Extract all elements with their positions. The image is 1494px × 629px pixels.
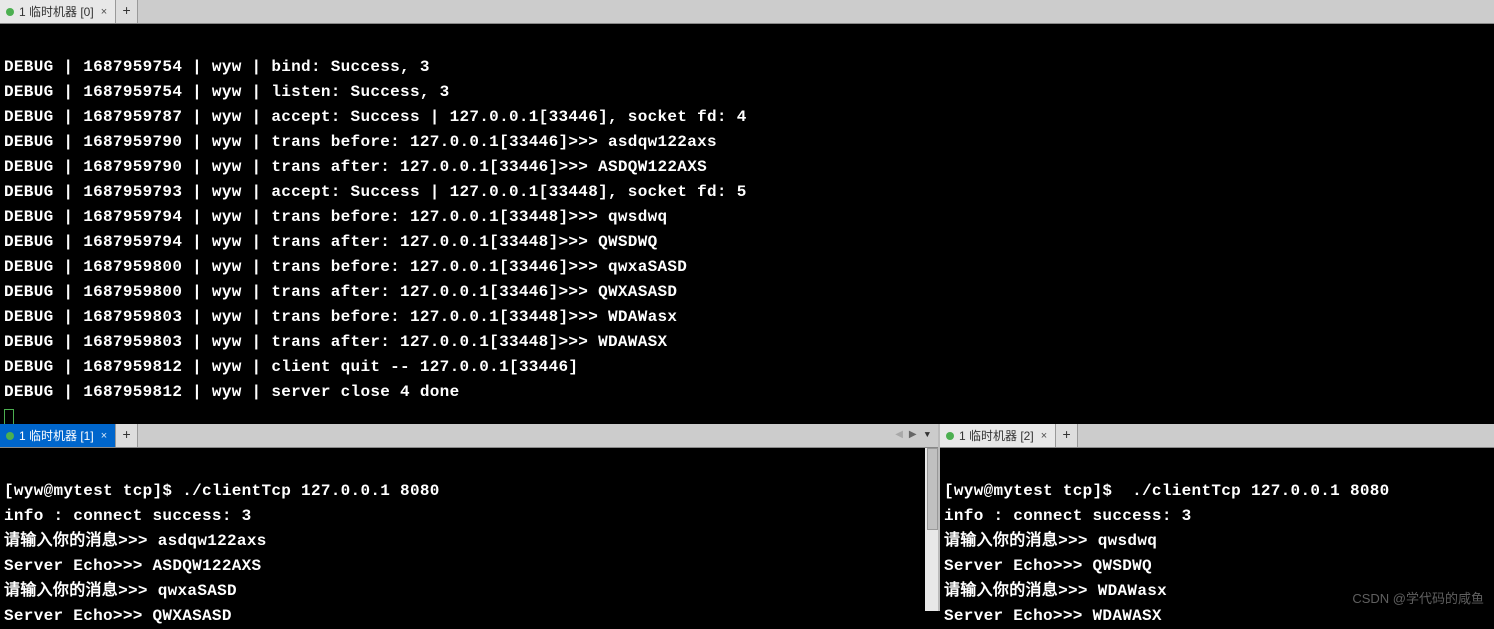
status-dot-icon [946,432,954,440]
close-icon[interactable]: × [1039,430,1049,442]
log-line: DEBUG | 1687959787 | wyw | accept: Succe… [4,108,747,126]
log-line: Server Echo>>> QWSDWQ [944,557,1152,575]
log-line: DEBUG | 1687959754 | wyw | listen: Succe… [4,83,450,101]
log-line: DEBUG | 1687959754 | wyw | bind: Success… [4,58,430,76]
log-line: Server Echo>>> ASDQW122AXS [4,557,261,575]
chevron-down-icon[interactable]: ▼ [921,428,934,442]
plus-icon: + [122,428,130,444]
plus-icon: + [1062,428,1070,444]
close-icon[interactable]: × [99,430,109,442]
log-line: DEBUG | 1687959803 | wyw | trans after: … [4,333,667,351]
tab-label: 1 临时机器 [2] [959,427,1034,444]
log-line: DEBUG | 1687959800 | wyw | trans after: … [4,283,677,301]
log-line: [wyw@mytest tcp]$ ./clientTcp 127.0.0.1 … [4,482,440,500]
log-line: 请输入你的消息>>> asdqw122axs [4,532,267,550]
tab-bar-br: 1 临时机器 [2] × + [940,424,1494,448]
chevron-right-icon[interactable]: ▶ [907,427,919,443]
terminal-pane-top: 1 临时机器 [0] × + DEBUG | 1687959754 | wyw … [0,0,1494,424]
terminal-output-top[interactable]: DEBUG | 1687959754 | wyw | bind: Success… [0,24,1494,430]
tab-machine-2[interactable]: 1 临时机器 [2] × [940,424,1056,447]
tab-machine-0[interactable]: 1 临时机器 [0] × [0,0,116,23]
terminal-output-bl[interactable]: [wyw@mytest tcp]$ ./clientTcp 127.0.0.1 … [0,448,940,629]
chevron-left-icon[interactable]: ◀ [893,427,905,443]
log-line: DEBUG | 1687959800 | wyw | trans before:… [4,258,687,276]
log-line: info : connect success: 3 [4,507,252,525]
close-icon[interactable]: × [99,6,109,18]
tab-label: 1 临时机器 [1] [19,427,94,444]
log-line: DEBUG | 1687959812 | wyw | client quit -… [4,358,578,376]
scrollbar-thumb[interactable] [927,448,938,530]
log-line: DEBUG | 1687959794 | wyw | trans before:… [4,208,667,226]
log-line: DEBUG | 1687959793 | wyw | accept: Succe… [4,183,747,201]
log-line: info : connect success: 3 [944,507,1192,525]
log-line: Server Echo>>> WDAWASX [944,607,1162,625]
tab-bar-top: 1 临时机器 [0] × + [0,0,1494,24]
status-dot-icon [6,432,14,440]
add-tab-button[interactable]: + [116,424,138,447]
add-tab-button[interactable]: + [1056,424,1078,447]
log-line: DEBUG | 1687959812 | wyw | server close … [4,383,459,401]
plus-icon: + [122,4,130,20]
log-line: 请输入你的消息>>> WDAWasx [944,582,1167,600]
log-line: [wyw@mytest tcp]$ ./clientTcp 127.0.0.1 … [944,482,1390,500]
status-dot-icon [6,8,14,16]
log-line: Server Echo>>> QWXASASD [4,607,232,625]
tab-label: 1 临时机器 [0] [19,3,94,20]
tab-nav-arrows: ◀ ▶ ▼ [893,427,934,443]
log-line: 请输入你的消息>>> qwxaSASD [4,582,237,600]
log-line: 请输入你的消息>>> qwsdwq [944,532,1157,550]
tab-bar-bl: 1 临时机器 [1] × + ◀ ▶ ▼ [0,424,940,448]
add-tab-button[interactable]: + [116,0,138,23]
tab-machine-1[interactable]: 1 临时机器 [1] × [0,424,116,447]
log-line: DEBUG | 1687959803 | wyw | trans before:… [4,308,677,326]
log-line: DEBUG | 1687959790 | wyw | trans before:… [4,133,717,151]
log-line: DEBUG | 1687959794 | wyw | trans after: … [4,233,658,251]
log-line: DEBUG | 1687959790 | wyw | trans after: … [4,158,707,176]
terminal-pane-bottom-right: 1 临时机器 [2] × + [wyw@mytest tcp]$ ./clien… [940,424,1494,611]
terminal-pane-bottom-left: 1 临时机器 [1] × + ◀ ▶ ▼ [wyw@mytest tcp]$ .… [0,424,940,611]
watermark-text: CSDN @学代码的咸鱼 [1352,588,1484,607]
